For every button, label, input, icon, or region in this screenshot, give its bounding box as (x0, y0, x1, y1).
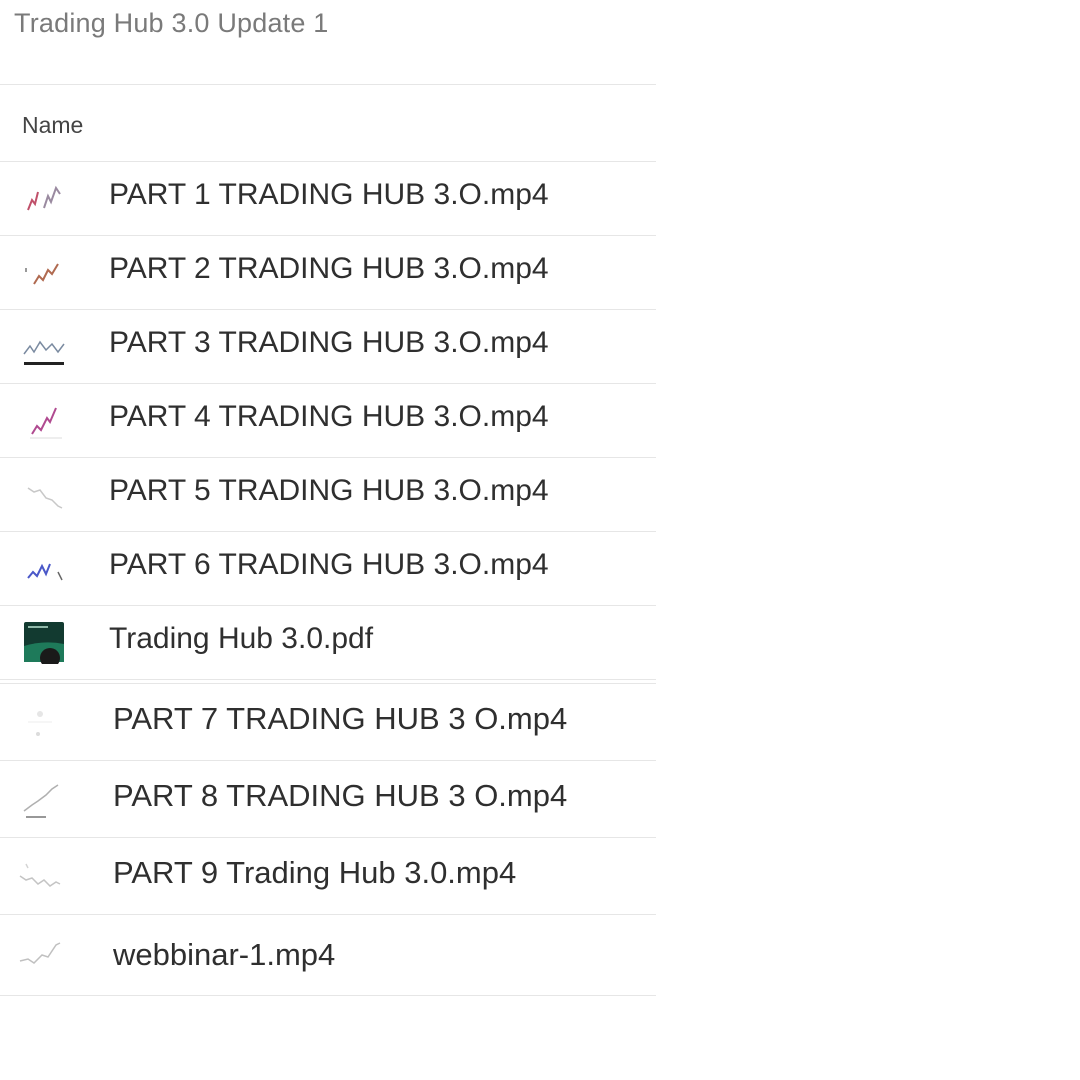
file-name: PART 5 TRADING HUB 3.O.mp4 (109, 474, 549, 507)
file-name: PART 6 TRADING HUB 3.O.mp4 (109, 548, 549, 581)
file-name: PART 3 TRADING HUB 3.O.mp4 (109, 326, 549, 359)
file-name: PART 4 TRADING HUB 3.O.mp4 (109, 400, 549, 433)
folder-title: Trading Hub 3.0 Update 1 (14, 8, 329, 38)
video-thumbnail-icon (18, 854, 62, 898)
file-name: PART 9 Trading Hub 3.0.mp4 (113, 855, 517, 890)
file-name: webbinar-1.mp4 (113, 937, 336, 972)
file-row[interactable]: PART 9 Trading Hub 3.0.mp4 (0, 838, 656, 915)
file-name: PART 2 TRADING HUB 3.O.mp4 (109, 252, 549, 285)
file-row[interactable]: PART 4 TRADING HUB 3.O.mp4 (0, 384, 656, 458)
video-thumbnail-icon (22, 176, 66, 220)
pdf-thumbnail-icon (22, 620, 66, 664)
video-thumbnail-icon (18, 931, 62, 975)
video-thumbnail-icon (22, 472, 66, 516)
file-list: Name PART 1 TRADING HUB 3.O.mp4 PART 2 T… (0, 85, 656, 996)
video-thumbnail-icon (22, 250, 66, 294)
file-row[interactable]: PART 7 TRADING HUB 3 O.mp4 (0, 683, 656, 761)
file-name: PART 1 TRADING HUB 3.O.mp4 (109, 178, 549, 211)
file-row[interactable]: PART 5 TRADING HUB 3.O.mp4 (0, 458, 656, 532)
video-thumbnail-icon (22, 324, 66, 368)
file-row[interactable]: webbinar-1.mp4 (0, 915, 656, 996)
video-thumbnail-icon (22, 546, 66, 590)
video-thumbnail-icon (18, 777, 62, 821)
file-row[interactable]: PART 6 TRADING HUB 3.O.mp4 (0, 532, 656, 606)
file-name: Trading Hub 3.0.pdf (109, 622, 374, 655)
video-thumbnail-icon (22, 398, 66, 442)
file-row[interactable]: PART 8 TRADING HUB 3 O.mp4 (0, 761, 656, 838)
file-row[interactable]: PART 2 TRADING HUB 3.O.mp4 (0, 236, 656, 310)
list-header: Name (0, 85, 656, 162)
file-row[interactable]: Trading Hub 3.0.pdf (0, 606, 656, 680)
file-row[interactable]: PART 3 TRADING HUB 3.O.mp4 (0, 310, 656, 384)
name-column-header[interactable]: Name (22, 112, 83, 139)
file-name: PART 8 TRADING HUB 3 O.mp4 (113, 778, 568, 813)
file-row[interactable]: PART 1 TRADING HUB 3.O.mp4 (0, 162, 656, 236)
file-name: PART 7 TRADING HUB 3 O.mp4 (113, 701, 568, 736)
video-thumbnail-icon (18, 700, 62, 744)
